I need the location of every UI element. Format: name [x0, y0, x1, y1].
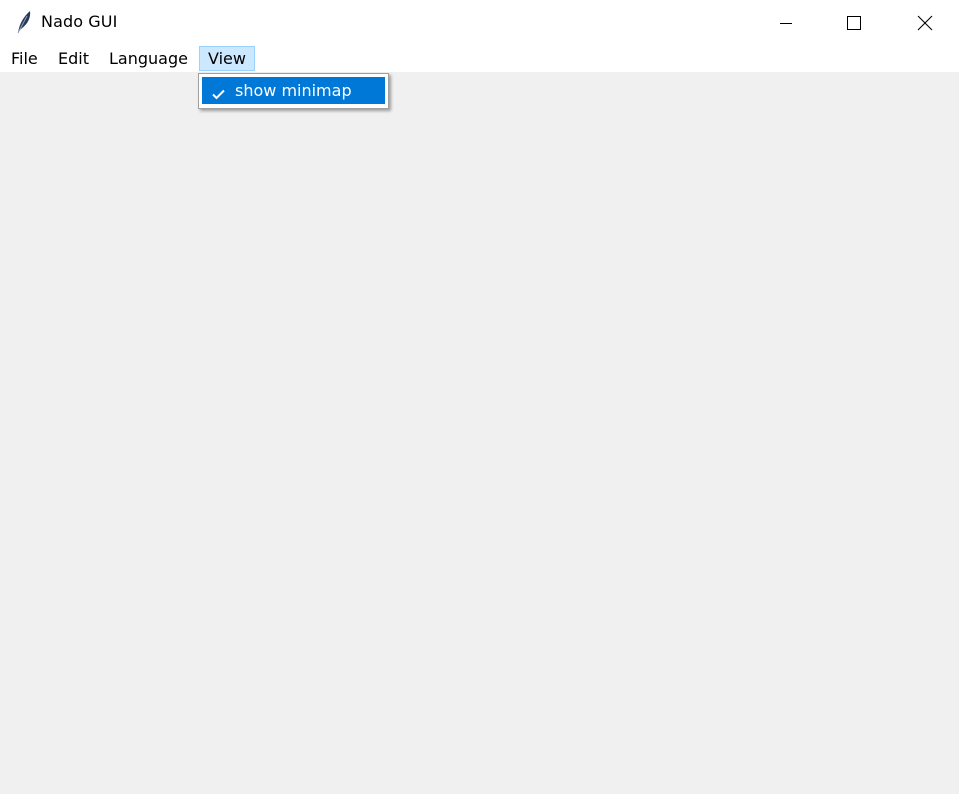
minimize-icon	[780, 17, 792, 29]
close-button[interactable]	[891, 0, 959, 45]
menu-view[interactable]: View	[199, 46, 255, 71]
app-window: Nado GUI File Edit Language View show mi…	[0, 0, 959, 794]
menu-file[interactable]: File	[2, 46, 47, 71]
menu-language[interactable]: Language	[100, 46, 197, 71]
feather-icon	[15, 9, 33, 35]
close-icon	[917, 15, 933, 31]
minimize-button[interactable]	[752, 0, 820, 45]
title-bar[interactable]: Nado GUI	[0, 0, 959, 45]
menu-bar: File Edit Language View	[0, 45, 959, 72]
checkmark-icon	[212, 85, 225, 100]
menu-edit[interactable]: Edit	[49, 46, 98, 71]
maximize-icon	[847, 15, 861, 30]
view-dropdown-menu: show minimap	[198, 73, 389, 109]
client-area	[0, 72, 959, 794]
menu-item-show-minimap[interactable]: show minimap	[202, 77, 385, 104]
menu-item-label: show minimap	[235, 81, 352, 100]
maximize-button[interactable]	[820, 0, 888, 45]
window-title: Nado GUI	[41, 12, 118, 31]
